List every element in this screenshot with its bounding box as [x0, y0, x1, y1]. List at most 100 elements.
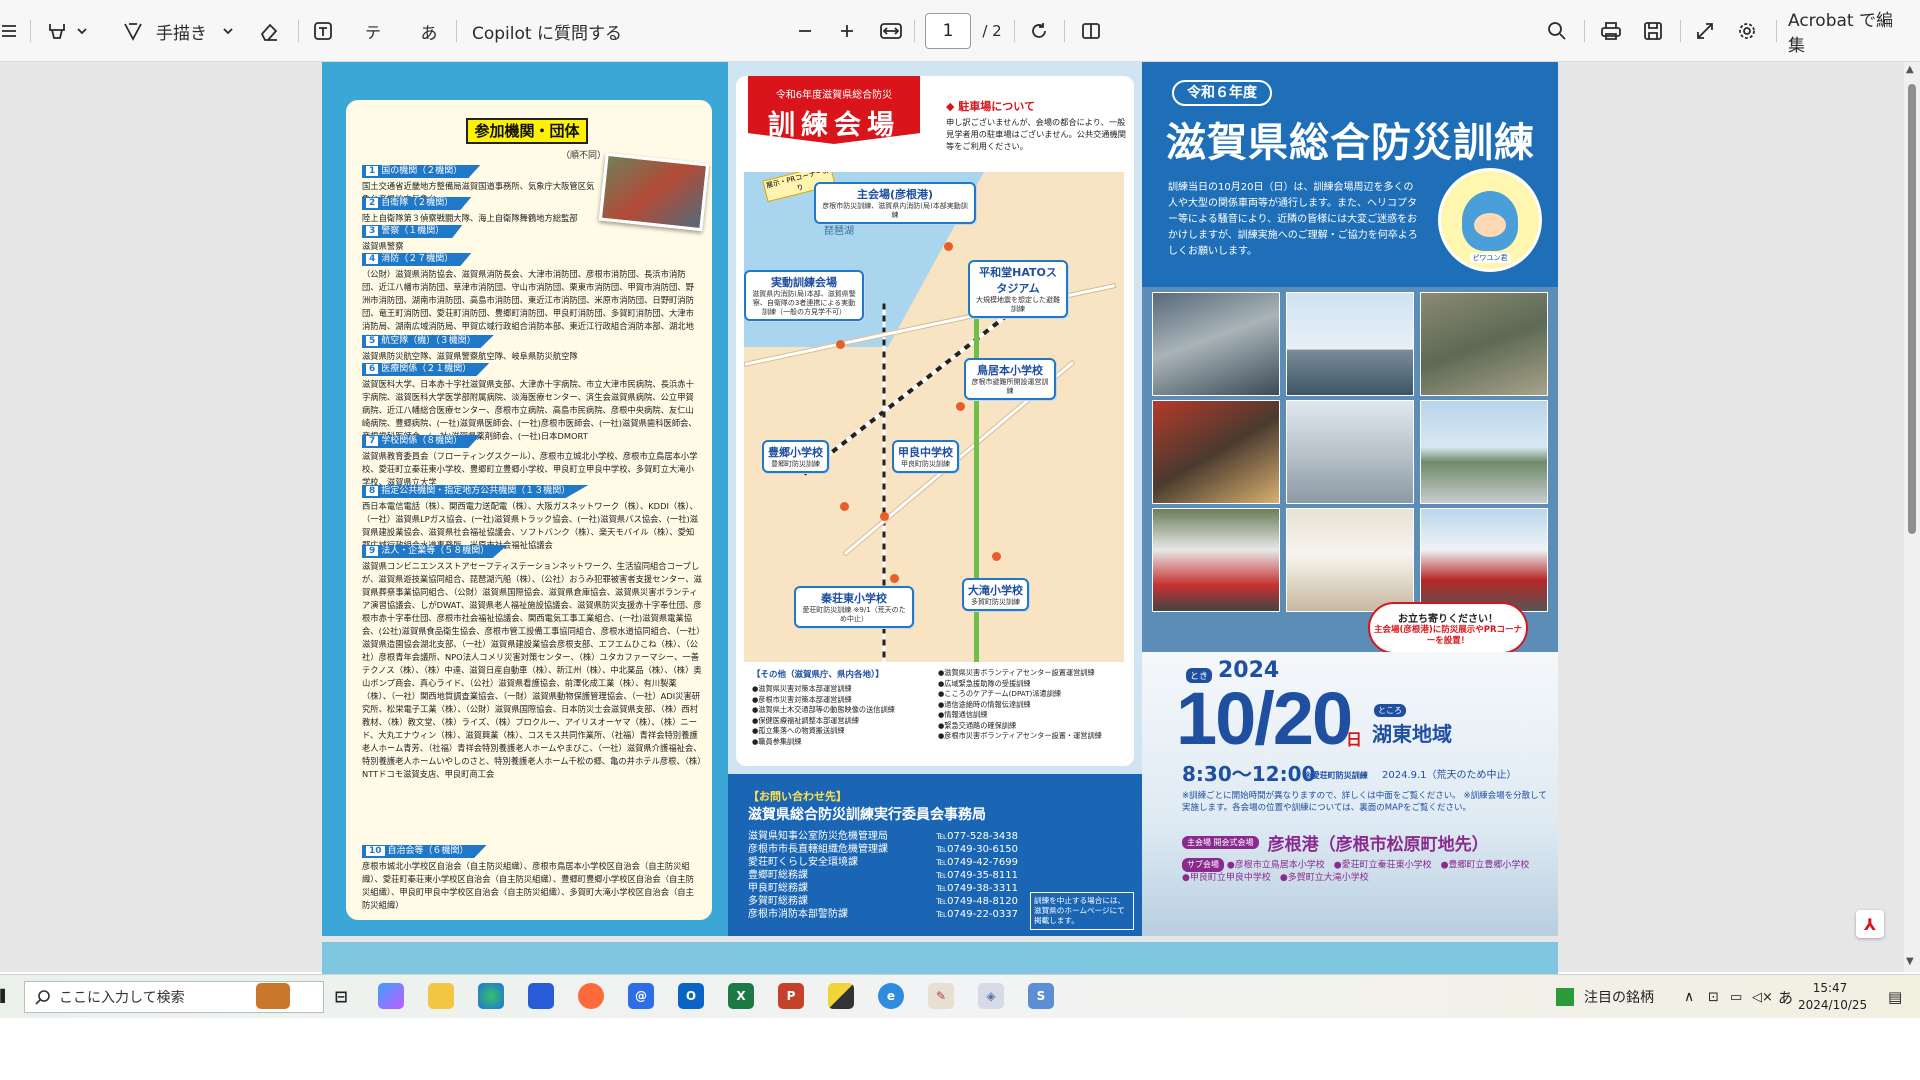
- draw-pen-icon[interactable]: [118, 14, 148, 48]
- highlight-icon[interactable]: [42, 14, 72, 48]
- main-venue: 主会場 開会式会場 彦根港（彦根市松原町地先）: [1182, 830, 1489, 855]
- other-item: ●滋賀県災害対策本部運営訓練: [752, 684, 852, 693]
- battery-icon[interactable]: ▭: [1730, 975, 1742, 1019]
- task-view-icon[interactable]: ⊟: [328, 983, 354, 1009]
- venue-label-field: 実動訓練会場 滋賀県内消防(局)本部、滋賀県警察、自衛隊の3者連携による実動訓練…: [744, 270, 864, 321]
- acrobat-pdf-icon[interactable]: ⅄: [1856, 910, 1884, 938]
- copilot-ask-button[interactable]: Copilot に質問する: [472, 14, 642, 48]
- store-icon[interactable]: [528, 983, 554, 1009]
- zoom-out-icon[interactable]: [792, 14, 818, 48]
- section-title: 自治会等: [387, 846, 424, 856]
- contact-row: 甲良町総務課 ℡0749-38-3311: [748, 882, 1018, 895]
- tray-chevron-icon[interactable]: ∧: [1684, 975, 1694, 1019]
- handwrite-button[interactable]: 手描き: [156, 14, 216, 48]
- other-item: ●滋賀県土木交通部等の動態映像の送信訓練: [752, 705, 895, 714]
- toolbar-divider: [914, 20, 915, 42]
- section-number: 4: [366, 254, 379, 264]
- start-button-icon[interactable]: ▌: [0, 983, 10, 1009]
- event-day-of-week: 日: [1346, 730, 1363, 749]
- sub-venue-list: ●彦根市立鳥居本小学校 ●愛荘町立秦荘東小学校 ●豊郷町立豊郷小学校 ●甲良町立…: [1182, 860, 1539, 884]
- contact-tel: ℡077-528-3438: [936, 831, 1018, 842]
- sticky-notes-icon[interactable]: [828, 983, 854, 1009]
- section-heading: 5 航空隊（機）（３機関）: [362, 335, 494, 348]
- paint-icon[interactable]: ✎: [928, 983, 954, 1009]
- section-number: 9: [366, 546, 379, 556]
- fullscreen-icon[interactable]: [1690, 14, 1720, 48]
- venue-name: 主会場(彦根港): [856, 188, 934, 201]
- participants-panel: 参加機関・団体 （順不同） 1 国の機関（２機関） 国土交通省近畿地方整備局滋賀国…: [322, 62, 728, 936]
- network-icon[interactable]: ⊡: [1708, 975, 1719, 1019]
- eraser-icon[interactable]: [254, 14, 284, 48]
- briefcase-icon[interactable]: [256, 983, 290, 1009]
- copilot-icon[interactable]: [378, 983, 404, 1009]
- settings-gear-icon[interactable]: [1732, 14, 1762, 48]
- mail-icon[interactable]: @: [628, 983, 654, 1009]
- volume-icon[interactable]: ◁×: [1752, 975, 1773, 1019]
- pdf-page: 参加機関・団体 （順不同） 1 国の機関（２機関） 国土交通省近畿地方整備局滋賀国…: [322, 62, 1558, 982]
- save-icon[interactable]: [1638, 14, 1668, 48]
- venue-name: 鳥居本小学校: [977, 364, 1043, 377]
- news-widget-label: 注目の銘柄: [1584, 990, 1654, 1006]
- scroll-down-arrow-icon[interactable]: ▼: [1906, 956, 1914, 967]
- toolbar-divider: [1776, 20, 1777, 42]
- scrollbar-thumb[interactable]: [1908, 84, 1916, 534]
- ime-indicator[interactable]: あ: [1778, 975, 1793, 1019]
- venue-map-card: 令和6年度滋賀県総合防災 訓練会場 ◆ 駐車場について 申し訳ございませんが、会…: [736, 76, 1134, 766]
- contact-tel: ℡0749-42-7699: [936, 857, 1018, 868]
- fit-width-icon[interactable]: [876, 14, 906, 48]
- contact-org: 多賀町総務課: [748, 896, 808, 907]
- highlight-dropdown-chevron-icon[interactable]: [74, 14, 90, 48]
- edge-browser-icon[interactable]: [478, 983, 504, 1009]
- section-count: （２１機関）: [417, 364, 472, 374]
- contact-section: 【お問い合わせ先】 滋賀県総合防災訓練実行委員会事務局 滋賀県知事公室防災危機管…: [728, 774, 1142, 936]
- venue-desc: 大規模地震を想定した避難訓練: [976, 296, 1060, 313]
- internet-explorer-icon[interactable]: e: [878, 983, 904, 1009]
- zoom-in-icon[interactable]: [834, 14, 860, 48]
- section-number: 6: [366, 364, 379, 374]
- page-number-input[interactable]: 1: [925, 13, 971, 49]
- photo-tent: [1286, 508, 1414, 612]
- training-photo: [598, 152, 710, 232]
- section-title: 航空隊（機）: [381, 336, 436, 346]
- immersive-reader-icon[interactable]: あ: [414, 14, 444, 48]
- scroll-up-arrow-icon[interactable]: ▲: [1906, 64, 1914, 75]
- mascot-face: [1462, 191, 1518, 251]
- section-number: 10: [366, 846, 385, 856]
- read-aloud-icon[interactable]: テ: [358, 14, 388, 48]
- excel-icon[interactable]: X: [728, 983, 754, 1009]
- aisho-date: 2024.9.1（荒天のため中止）: [1382, 770, 1517, 781]
- aisho-label: ※愛荘町防災訓練: [1304, 771, 1368, 780]
- outlook-icon[interactable]: O: [678, 983, 704, 1009]
- venue-name: 秦荘東小学校: [821, 592, 887, 605]
- news-widget[interactable]: 注目の銘柄: [1556, 975, 1654, 1019]
- page-view-icon[interactable]: [1076, 14, 1106, 48]
- section-number: 3: [366, 226, 379, 236]
- contact-organization: 滋賀県総合防災訓練実行委員会事務局: [748, 807, 986, 823]
- section-count: （１３機関）: [516, 486, 571, 496]
- taskbar-clock[interactable]: 15:47 2024/10/25: [1798, 980, 1867, 1014]
- pdf-viewer-area[interactable]: 参加機関・団体 （順不同） 1 国の機関（２機関） 国土交通省近畿地方整備局滋賀国…: [0, 62, 1920, 982]
- powerpoint-icon[interactable]: P: [778, 983, 804, 1009]
- lake-label: 琵琶湖: [824, 226, 854, 237]
- read-aloud-glyph: テ: [364, 23, 381, 42]
- handwrite-dropdown-chevron-icon[interactable]: [220, 14, 236, 48]
- section-heading: 3 警察（１機関）: [362, 225, 463, 238]
- rotate-icon[interactable]: [1024, 14, 1054, 48]
- windows-taskbar: ▌ ここに入力して検索 ⊟ @ O X P e ✎ ◈ S 注目の銘柄 ∧ ⊡ …: [0, 974, 1920, 1018]
- drop-by-heading: お立ち寄りください！: [1398, 614, 1498, 625]
- app-s-icon[interactable]: S: [1028, 983, 1054, 1009]
- venue-desc: 多賀町防災訓練: [971, 598, 1020, 606]
- menu-icon[interactable]: [0, 14, 20, 48]
- app-icon[interactable]: [578, 983, 604, 1009]
- clock-time: 15:47: [1812, 981, 1848, 995]
- contact-tel: ℡0749-48-8120: [936, 896, 1018, 907]
- text-box-icon[interactable]: [308, 14, 338, 48]
- acrobat-edit-button[interactable]: Acrobat で編集: [1788, 11, 1904, 56]
- file-explorer-icon[interactable]: [428, 983, 454, 1009]
- contact-org: 豊郷町総務課: [748, 870, 808, 881]
- paint3d-icon[interactable]: ◈: [978, 983, 1004, 1009]
- section-heading: 6 医療関係（２１機関）: [362, 363, 490, 376]
- search-icon[interactable]: [1542, 14, 1572, 48]
- print-icon[interactable]: [1596, 14, 1626, 48]
- notification-icon[interactable]: ▤: [1888, 975, 1902, 1019]
